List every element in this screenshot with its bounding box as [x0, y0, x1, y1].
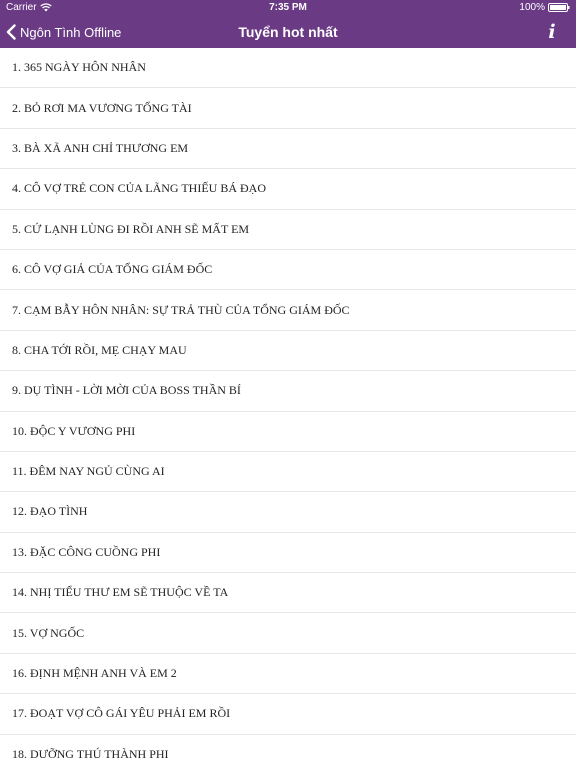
- list-item[interactable]: 12. ĐẠO TÌNH: [0, 492, 576, 533]
- back-label: Ngôn Tình Offline: [20, 24, 122, 40]
- list-item[interactable]: 11. ĐÊM NAY NGỦ CÙNG AI: [0, 452, 576, 493]
- list-item[interactable]: 2. BỎ RƠI MA VƯƠNG TỔNG TÀI: [0, 88, 576, 129]
- battery-icon: [548, 3, 570, 12]
- list-item[interactable]: 17. ĐOẠT VỢ CÔ GÁI YÊU PHẢI EM RỒI: [0, 694, 576, 735]
- app-screen: Carrier 7:35 PM 100% Ngôn Tình Offline T…: [0, 0, 576, 768]
- list-item[interactable]: 1. 365 NGÀY HÔN NHÂN: [0, 48, 576, 89]
- list-item[interactable]: 3. BÀ XÃ ANH CHỈ THƯƠNG EM: [0, 129, 576, 170]
- navigation-bar: Ngôn Tình Offline Tuyển hot nhất i: [0, 16, 576, 48]
- battery-percent: 100%: [519, 2, 545, 13]
- list-item[interactable]: 7. CẠM BẪY HÔN NHÂN: SỰ TRẢ THÙ CỦA TỔNG…: [0, 290, 576, 331]
- list-item[interactable]: 13. ĐẶC CÔNG CUỒNG PHI: [0, 533, 576, 574]
- top-bar: Carrier 7:35 PM 100% Ngôn Tình Offline T…: [0, 0, 576, 48]
- list-item[interactable]: 15. VỢ NGỐC: [0, 613, 576, 654]
- list-item[interactable]: 16. ĐỊNH MỆNH ANH VÀ EM 2: [0, 654, 576, 695]
- status-time: 7:35 PM: [269, 2, 307, 13]
- info-icon: i: [548, 20, 556, 43]
- list-item[interactable]: 6. CÔ VỢ GIẢ CỦA TỔNG GIÁM ĐỐC: [0, 250, 576, 291]
- list-item[interactable]: 14. NHỊ TIỂU THƯ EM SẼ THUỘC VỀ TA: [0, 573, 576, 614]
- list-item[interactable]: 5. CỨ LẠNH LÙNG ĐI RỒI ANH SẼ MẤT EM: [0, 210, 576, 250]
- story-list: 1. 365 NGÀY HÔN NHÂN 2. BỎ RƠI MA VƯƠNG …: [0, 48, 576, 768]
- list-item[interactable]: 4. CÔ VỢ TRẺ CON CỦA LÃNG THIẾU BÁ ĐẠO: [0, 169, 576, 210]
- status-battery: 100%: [519, 2, 570, 13]
- list-item[interactable]: 10. ĐỘC Y VƯƠNG PHI: [0, 412, 576, 452]
- list-item[interactable]: 18. DƯỠNG THÚ THÀNH PHI: [0, 735, 576, 768]
- list-item[interactable]: 8. CHA TỚI RỒI, MẸ CHẠY MAU: [0, 331, 576, 372]
- chevron-left-icon: [6, 24, 16, 40]
- info-button[interactable]: i: [542, 20, 562, 44]
- status-bar: Carrier 7:35 PM 100%: [0, 0, 576, 16]
- back-button[interactable]: Ngôn Tình Offline: [6, 16, 121, 48]
- list-item[interactable]: 9. DỤ TÌNH - LỜI MỜI CỦA BOSS THẦN BÍ: [0, 371, 576, 412]
